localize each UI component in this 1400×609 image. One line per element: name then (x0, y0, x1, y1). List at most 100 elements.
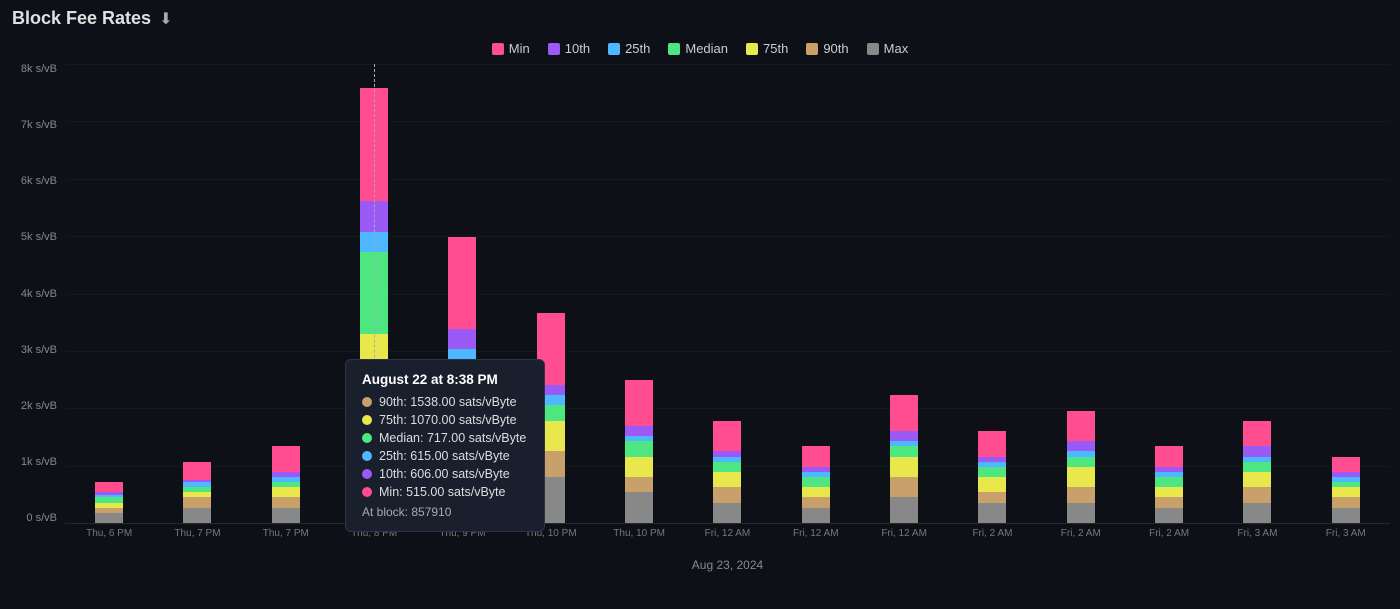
bar-group[interactable] (1125, 64, 1213, 523)
bar-stack (272, 446, 300, 523)
bar-segment-max (890, 497, 918, 523)
bar-segment-max (272, 508, 300, 523)
legend-dot (867, 43, 879, 55)
bar-segment-max (978, 503, 1006, 523)
x-label: Thu, 6 PM (65, 524, 153, 539)
y-label: 8k s/vB (21, 64, 57, 75)
x-label: Thu, 7 PM (242, 524, 330, 539)
bar-segment-min (1067, 411, 1095, 442)
bar-stack (802, 446, 830, 523)
bar-group[interactable] (330, 64, 418, 523)
y-label: 5k s/vB (21, 232, 57, 243)
bar-segment-p90 (890, 477, 918, 497)
legend-label: Min (509, 41, 530, 56)
bar-group[interactable] (948, 64, 1036, 523)
bar-segment-min (183, 462, 211, 480)
x-label: Thu, 10 PM (595, 524, 683, 539)
bar-group[interactable] (595, 64, 683, 523)
bar-segment-p75 (713, 472, 741, 487)
bar-stack (448, 237, 476, 523)
y-axis: 8k s/vB7k s/vB6k s/vB5k s/vB4k s/vB3k s/… (10, 64, 65, 524)
bar-segment-min (802, 446, 830, 466)
bar-segment-p75 (448, 390, 476, 431)
legend-dot (668, 43, 680, 55)
bar-stack (713, 421, 741, 523)
download-icon[interactable]: ⬇ (159, 9, 172, 29)
bar-group[interactable] (1037, 64, 1125, 523)
bar-segment-max (1243, 503, 1271, 523)
bar-segment-p75 (1243, 472, 1271, 487)
bar-segment-median (448, 365, 476, 391)
bar-group[interactable] (683, 64, 771, 523)
x-label: Thu, 10 PM (507, 524, 595, 539)
legend-label: 25th (625, 41, 650, 56)
legend-label: Median (685, 41, 728, 56)
bar-group[interactable] (153, 64, 241, 523)
bar-group[interactable] (772, 64, 860, 523)
bar-group[interactable] (860, 64, 948, 523)
bar-segment-p10 (1067, 441, 1095, 451)
y-label: 6k s/vB (21, 176, 57, 187)
bar-segment-p90 (802, 497, 830, 507)
bar-group[interactable] (65, 64, 153, 523)
bar-segment-p25 (448, 349, 476, 364)
bar-segment-p90 (978, 492, 1006, 502)
bar-segment-p75 (802, 487, 830, 497)
legend-dot (548, 43, 560, 55)
bar-group[interactable] (1213, 64, 1301, 523)
bar-segment-min (890, 395, 918, 431)
bar-segment-median (1067, 457, 1095, 467)
chart-inner: August 22 at 8:38 PM 90th: 1538.00 sats/… (65, 64, 1390, 524)
bar-segment-min (713, 421, 741, 452)
bar-segment-median (537, 405, 565, 420)
x-label: Thu, 9 PM (418, 524, 506, 539)
bar-segment-p75 (890, 457, 918, 477)
bar-segment-p75 (1332, 487, 1360, 497)
bar-segment-min (95, 482, 123, 492)
bar-segment-p10 (890, 431, 918, 441)
bars-container (65, 64, 1390, 523)
bar-segment-p90 (1332, 497, 1360, 507)
x-label: Fri, 12 AM (683, 524, 771, 539)
x-label: Fri, 2 AM (1037, 524, 1125, 539)
x-label: Fri, 2 AM (1125, 524, 1213, 539)
bar-segment-p90 (1155, 497, 1183, 507)
bar-segment-max (1067, 503, 1095, 523)
bar-segment-p90 (183, 497, 211, 507)
y-label: 3k s/vB (21, 345, 57, 356)
bar-group[interactable] (1302, 64, 1390, 523)
bar-segment-p75 (1155, 487, 1183, 497)
bar-segment-p90 (1067, 487, 1095, 502)
bar-segment-min (537, 313, 565, 385)
bar-segment-min (448, 237, 476, 329)
bar-segment-median (1155, 477, 1183, 487)
legend-item-median: Median (668, 41, 728, 56)
legend-label: 75th (763, 41, 788, 56)
bar-segment-p75 (272, 487, 300, 497)
bar-segment-p90 (448, 431, 476, 467)
bar-segment-median (890, 446, 918, 456)
legend-item-10th: 10th (548, 41, 590, 56)
bar-segment-max (183, 508, 211, 523)
legend-dot (608, 43, 620, 55)
legend-item-max: Max (867, 41, 909, 56)
bar-segment-min (978, 431, 1006, 457)
bar-segment-max (625, 492, 653, 523)
app: Block Fee Rates ⬇ Min 10th 25th Median 7… (0, 0, 1400, 609)
x-label: Thu, 7 PM (153, 524, 241, 539)
bar-group[interactable] (242, 64, 330, 523)
bar-segment-min (272, 446, 300, 472)
bar-segment-median (625, 441, 653, 456)
legend-item-75th: 75th (746, 41, 788, 56)
bar-segment-p10 (537, 385, 565, 395)
x-label: Thu, 8 PM (330, 524, 418, 539)
bar-stack (537, 313, 565, 523)
x-label: Fri, 3 AM (1213, 524, 1301, 539)
bar-group[interactable] (418, 64, 506, 523)
y-label: 2k s/vB (21, 401, 57, 412)
bar-group[interactable] (507, 64, 595, 523)
y-label: 7k s/vB (21, 120, 57, 131)
bar-stack (890, 395, 918, 523)
x-date: Aug 23, 2024 (55, 556, 1400, 574)
x-label: Fri, 2 AM (948, 524, 1036, 539)
